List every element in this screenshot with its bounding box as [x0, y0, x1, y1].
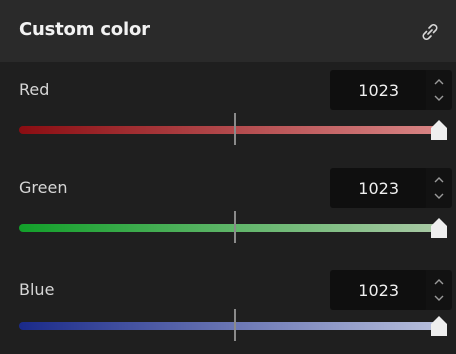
blue-label: Blue — [19, 280, 55, 299]
red-slider-midpoint-tick — [234, 113, 236, 145]
green-label: Green — [19, 178, 68, 197]
blue-slider-track[interactable] — [19, 322, 439, 330]
green-slider-thumb[interactable] — [430, 217, 448, 239]
green-slider-track[interactable] — [19, 224, 439, 232]
green-spinbox[interactable]: 1023 — [330, 168, 452, 208]
panel-header: Custom color — [0, 0, 456, 62]
blue-value-input[interactable]: 1023 — [330, 270, 428, 310]
red-slider-thumb[interactable] — [430, 119, 448, 141]
red-spin-buttons — [426, 70, 452, 110]
green-value-input[interactable]: 1023 — [330, 168, 428, 208]
link-icon[interactable] — [418, 20, 442, 44]
red-spinbox[interactable]: 1023 — [330, 70, 452, 110]
chevron-down-icon[interactable] — [432, 189, 446, 203]
blue-spin-buttons — [426, 270, 452, 310]
blue-slider-thumb[interactable] — [430, 315, 448, 337]
green-slider-midpoint-tick — [234, 211, 236, 243]
panel-title: Custom color — [19, 19, 150, 40]
red-label: Red — [19, 80, 50, 99]
chevron-down-icon[interactable] — [432, 91, 446, 105]
red-slider-track[interactable] — [19, 126, 439, 134]
green-spin-buttons — [426, 168, 452, 208]
custom-color-panel: Custom color Red 1023 Green 1023 Blue 10… — [0, 0, 456, 354]
blue-spinbox[interactable]: 1023 — [330, 270, 452, 310]
red-value-input[interactable]: 1023 — [330, 70, 428, 110]
chevron-down-icon[interactable] — [432, 291, 446, 305]
chevron-up-icon[interactable] — [432, 275, 446, 289]
chevron-up-icon[interactable] — [432, 173, 446, 187]
chevron-up-icon[interactable] — [432, 75, 446, 89]
blue-slider-midpoint-tick — [234, 309, 236, 341]
